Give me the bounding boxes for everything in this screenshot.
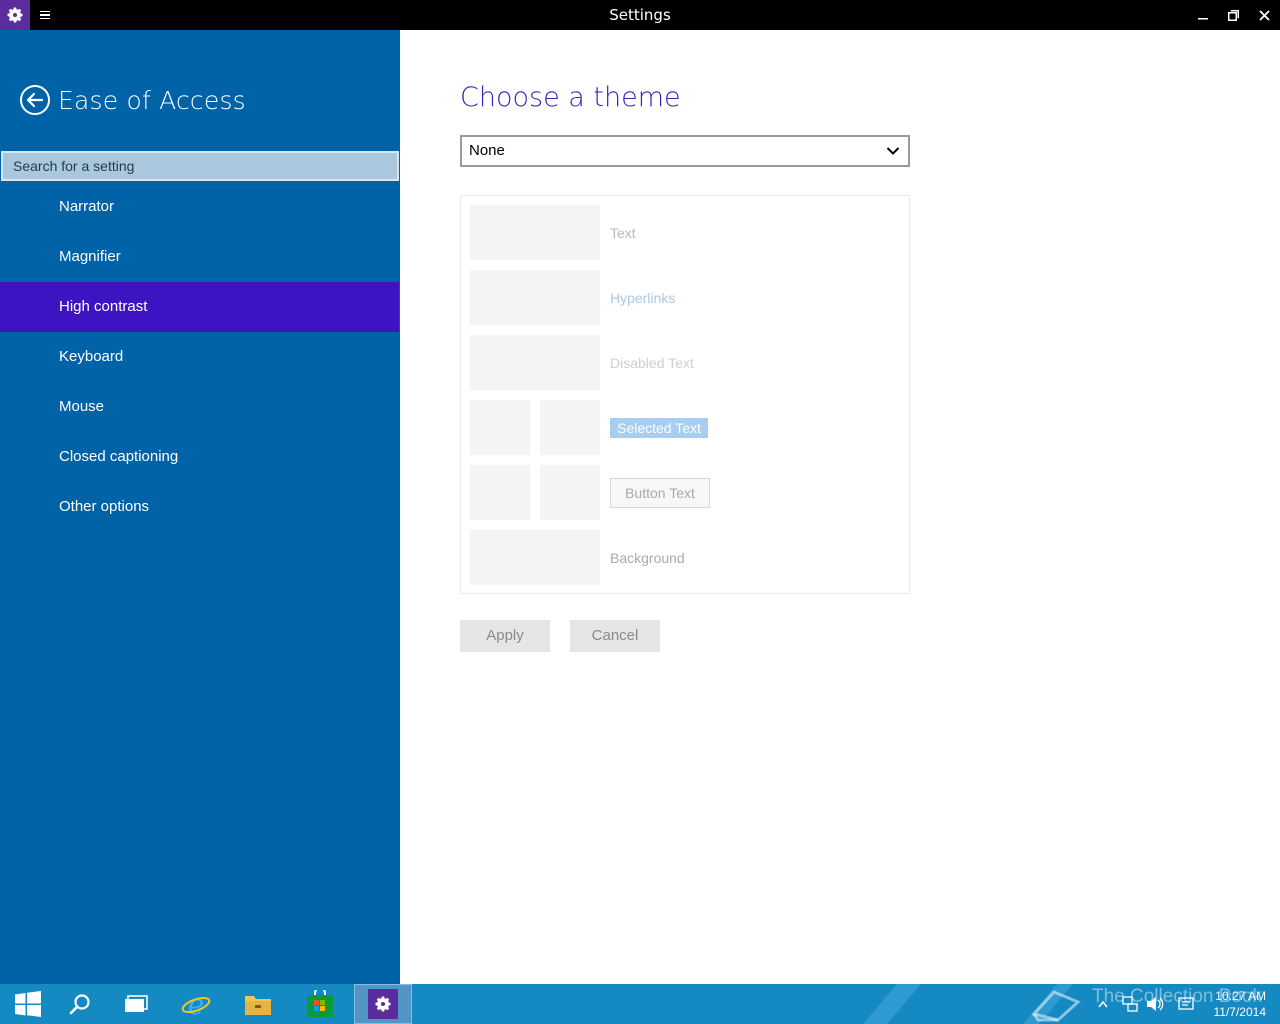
- theme-select-value: None: [469, 142, 505, 159]
- sidebar-item-keyboard[interactable]: Keyboard: [0, 332, 400, 382]
- clock[interactable]: 10:27 AM 11/7/2014: [1214, 988, 1267, 1020]
- hamburger-menu-icon[interactable]: [34, 0, 56, 30]
- theme-preview: Text Hyperlinks Disabled Text Selected T…: [460, 195, 910, 594]
- search-icon[interactable]: [52, 984, 108, 1024]
- button-text-bg-swatch[interactable]: [540, 465, 600, 520]
- window-title: Settings: [609, 6, 671, 24]
- hyperlinks-color-swatch[interactable]: [470, 270, 600, 325]
- text-color-swatch[interactable]: [470, 205, 600, 260]
- sidebar-item-mouse[interactable]: Mouse: [0, 382, 400, 432]
- chevron-down-icon: [886, 147, 900, 155]
- minimize-button[interactable]: [1187, 0, 1218, 30]
- task-view-icon[interactable]: [108, 984, 164, 1024]
- sidebar-item-closed-captioning[interactable]: Closed captioning: [0, 432, 400, 482]
- disabled-text-color-swatch[interactable]: [470, 335, 600, 390]
- internet-explorer-icon[interactable]: e: [168, 984, 224, 1024]
- search-input[interactable]: Search for a setting: [1, 151, 399, 181]
- settings-app-icon: [0, 0, 30, 30]
- sidebar-item-high-contrast[interactable]: High contrast: [0, 282, 399, 332]
- sidebar-item-narrator[interactable]: Narrator: [0, 182, 400, 232]
- selected-text-bg-swatch[interactable]: [540, 400, 600, 455]
- sidebar-header: Ease of Access: [19, 84, 246, 116]
- taskbar-decoration: [863, 984, 921, 1024]
- sidebar-nav: Narrator Magnifier High contrast Keyboar…: [0, 182, 400, 532]
- sidebar-item-other-options[interactable]: Other options: [0, 482, 400, 532]
- button-text-fg-swatch[interactable]: [470, 465, 530, 520]
- title-bar: Settings: [0, 0, 1280, 30]
- main-content: Choose a theme None Text Hyperlinks Disa…: [400, 30, 1280, 984]
- close-button[interactable]: [1249, 0, 1280, 30]
- selected-text-fg-swatch[interactable]: [470, 400, 530, 455]
- preview-hyperlinks-label: Hyperlinks: [610, 290, 676, 306]
- svg-text:e: e: [188, 989, 205, 1019]
- taskbar: e The Collection Book 10:27 AM 11/7/2014: [0, 984, 1280, 1024]
- clock-date: 11/7/2014: [1213, 1005, 1267, 1019]
- preview-button-text-label: Button Text: [610, 478, 710, 508]
- start-icon[interactable]: [0, 984, 56, 1024]
- background-color-swatch[interactable]: [470, 530, 600, 585]
- preview-text-label: Text: [610, 225, 636, 241]
- network-icon[interactable]: [1122, 996, 1138, 1012]
- preview-selected-text-label: Selected Text: [610, 418, 708, 438]
- action-center-icon[interactable]: [1178, 996, 1194, 1012]
- store-icon[interactable]: [292, 984, 348, 1024]
- sidebar-item-magnifier[interactable]: Magnifier: [0, 232, 400, 282]
- preview-disabled-text-label: Disabled Text: [610, 355, 694, 371]
- sidebar: Ease of Access Search for a setting Narr…: [0, 30, 400, 984]
- sidebar-title: Ease of Access: [58, 85, 246, 115]
- settings-taskbar-icon[interactable]: [354, 984, 412, 1024]
- restore-button[interactable]: [1218, 0, 1249, 30]
- apply-button[interactable]: Apply: [460, 620, 550, 652]
- theme-select[interactable]: None: [460, 135, 910, 167]
- clock-time: 10:27 AM: [1215, 989, 1266, 1003]
- file-explorer-icon[interactable]: [230, 984, 286, 1024]
- back-arrow-icon[interactable]: [19, 84, 51, 116]
- volume-icon[interactable]: [1146, 996, 1164, 1012]
- cancel-button[interactable]: Cancel: [570, 620, 660, 652]
- book-watermark-icon: [1031, 990, 1081, 1022]
- show-hidden-icons-icon[interactable]: [1098, 1000, 1108, 1008]
- preview-background-label: Background: [610, 550, 685, 566]
- page-title: Choose a theme: [460, 82, 681, 113]
